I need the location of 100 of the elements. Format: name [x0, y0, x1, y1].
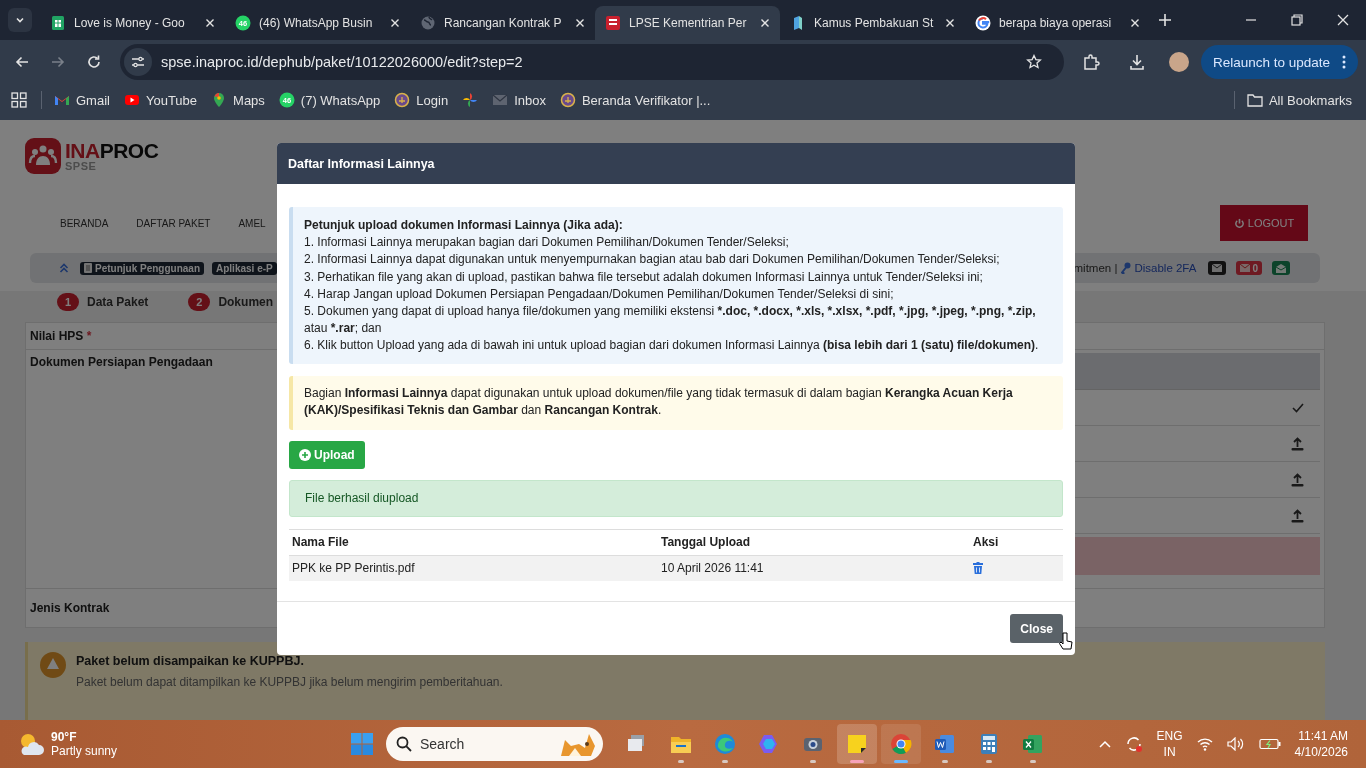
toolbar-badge[interactable]: Aplikasi e-P — [212, 261, 277, 275]
nav-link[interactable]: DAFTAR PAKET — [136, 217, 211, 229]
address-bar[interactable]: spse.inaproc.id/dephub/paket/10122026000/edit?step=2 — [120, 44, 1064, 80]
trash-icon[interactable] — [973, 562, 983, 575]
search-icon — [396, 736, 412, 752]
nav-link[interactable]: AMEL — [238, 217, 266, 229]
sticky-note-icon — [846, 733, 868, 755]
emblem-icon — [394, 92, 411, 108]
chevron-up-icon[interactable] — [1098, 740, 1111, 748]
apps-grid-icon[interactable] — [11, 92, 27, 108]
globe-icon — [420, 15, 436, 31]
back-icon[interactable] — [14, 54, 30, 70]
envelope-icon — [1240, 264, 1251, 272]
table-cell-text: PPK ke PP Perintis.pdf — [291, 561, 416, 576]
key-icon — [1121, 262, 1132, 274]
envelope-icon — [1212, 264, 1223, 272]
upload-icon[interactable] — [1291, 472, 1304, 487]
folder-icon — [1246, 93, 1263, 107]
step-label[interactable]: Data Paket — [87, 295, 149, 309]
close-icon[interactable] — [575, 18, 585, 28]
bookmark[interactable]: Inbox — [492, 92, 546, 108]
sliders-icon — [131, 55, 145, 69]
close-icon[interactable] — [205, 18, 215, 28]
bookmark[interactable] — [462, 92, 479, 108]
toolbar-badge[interactable]: Petunjuk Penggunaan — [80, 261, 204, 275]
download-icon[interactable] — [1128, 53, 1146, 71]
close-icon[interactable] — [760, 18, 770, 28]
bookmark[interactable]: Maps — [211, 92, 265, 108]
table-cell-text: 10 April 2026 11:41 — [660, 561, 765, 576]
column-header: Tanggal Upload — [660, 535, 752, 550]
google-icon — [975, 15, 991, 31]
lpse-logo-icon — [605, 15, 621, 31]
mail-button[interactable] — [1208, 261, 1227, 275]
site-info-button[interactable] — [124, 48, 152, 76]
weather-text: Partly sunny — [51, 744, 118, 758]
battery-icon[interactable] — [1258, 738, 1281, 750]
open-mail-button[interactable] — [1272, 261, 1290, 275]
new-tab-icon[interactable] — [1158, 13, 1172, 27]
speaker-icon[interactable] — [1226, 737, 1245, 751]
forward-icon[interactable] — [50, 54, 66, 70]
bookmark[interactable]: Login — [394, 92, 449, 108]
clock[interactable]: 11:41 AM 4/10/2026 — [1294, 728, 1348, 760]
bookmark[interactable]: Beranda Verifikator |... — [559, 92, 711, 108]
bookmark[interactable]: YouTube — [123, 92, 198, 108]
step-number: 2 — [188, 293, 211, 311]
close-icon[interactable] — [1337, 14, 1349, 26]
browser-tab[interactable]: berapa biaya operasi — [965, 6, 1150, 40]
browser-tab[interactable]: Kamus Pembakuan St — [780, 6, 965, 40]
field-label: Jenis Kontrak — [29, 601, 111, 615]
modal-title: Daftar Informasi Lainnya — [277, 143, 1075, 184]
warning-icon — [40, 652, 66, 678]
all-bookmarks-button[interactable]: All Bookmarks — [1246, 92, 1352, 108]
field-label: Nilai HPS — [30, 329, 84, 343]
field-label: Dokumen Persiapan Pengadaan — [29, 354, 214, 371]
edge-browser-icon — [714, 733, 736, 755]
play-icon — [123, 92, 140, 108]
alert-message: Paket belum dapat ditampilkan ke KUPPBJ jika belum mengirim pemberitahuan. — [76, 675, 503, 689]
instruction-text: 5. Dokumen yang dapat di upload hanya file/dokumen yang memiliki ekstensi *.doc, *.docx, *.xls, *.xlsx, *.pdf, *.jpg, *.jpeg, *.png, *.zip, atau *.rar; dan — [304, 303, 1037, 338]
star-icon[interactable] — [1026, 54, 1042, 70]
info-heading: Petunjuk upload dokumen Informasi Lainnya (Jika ada): — [304, 217, 624, 234]
temperature: 90°F — [51, 730, 78, 744]
upload-icon[interactable] — [1291, 436, 1304, 451]
word-icon — [934, 733, 956, 755]
profile-avatar[interactable] — [1169, 52, 1189, 72]
bookmark[interactable]: Gmail — [54, 92, 110, 108]
browser-tab[interactable]: LPSE Kementrian Per — [595, 6, 780, 40]
sync-icon[interactable] — [1124, 735, 1143, 753]
step-label[interactable]: Dokumen — [218, 295, 274, 309]
logo-wordmark: INAPROC — [65, 140, 159, 161]
power-icon — [1233, 217, 1245, 229]
pinwheel-icon — [462, 92, 479, 108]
nav-link[interactable]: BERANDA — [60, 217, 109, 229]
search-field[interactable]: Search — [386, 727, 603, 761]
spreadsheet-icon — [1022, 733, 1044, 755]
close-icon[interactable] — [1130, 18, 1140, 28]
upload-icon[interactable] — [1291, 508, 1304, 523]
browser-tab[interactable]: Love is Money - Goo — [40, 6, 225, 40]
book-icon — [84, 263, 92, 273]
envelope-icon — [492, 92, 509, 108]
calculator-icon — [978, 733, 1000, 755]
puzzle-icon[interactable] — [1082, 53, 1100, 71]
language-indicator[interactable]: ENG IN — [1156, 728, 1183, 760]
close-button[interactable]: Close — [1010, 614, 1063, 643]
browser-tab[interactable]: Rancangan Kontrak P — [410, 6, 595, 40]
close-icon[interactable] — [945, 18, 955, 28]
plus-circle-icon — [299, 448, 311, 461]
note-text: Bagian Informasi Lainnya dapat digunakan untuk upload dokumen/file yang tidak termasuk di dalam bagian Kerangka Acuan Kerja (KAK)/Spesifikasi Teknis dan Gambar dan Rancangan Kontrak. — [289, 375, 1063, 430]
wifi-icon[interactable] — [1196, 737, 1213, 751]
relaunch-button[interactable]: Relaunch to update — [1201, 45, 1359, 79]
restore-icon[interactable] — [1291, 14, 1303, 26]
success-message: File berhasil diupload — [289, 479, 1063, 517]
instruction-text: 1. Informasi Lainnya merupakan bagian dari Dokumen Pemilihan/Dokumen Tender/Seleksi; — [304, 234, 790, 252]
tab-search-button[interactable] — [8, 8, 32, 32]
caret-icon — [15, 15, 25, 25]
copilot-icon — [758, 733, 780, 755]
close-icon[interactable] — [390, 18, 400, 28]
reload-icon[interactable] — [86, 54, 102, 70]
required-mark: * — [85, 329, 92, 343]
open-envelope-icon — [1276, 263, 1286, 273]
double-chevron-icon[interactable] — [59, 263, 69, 273]
